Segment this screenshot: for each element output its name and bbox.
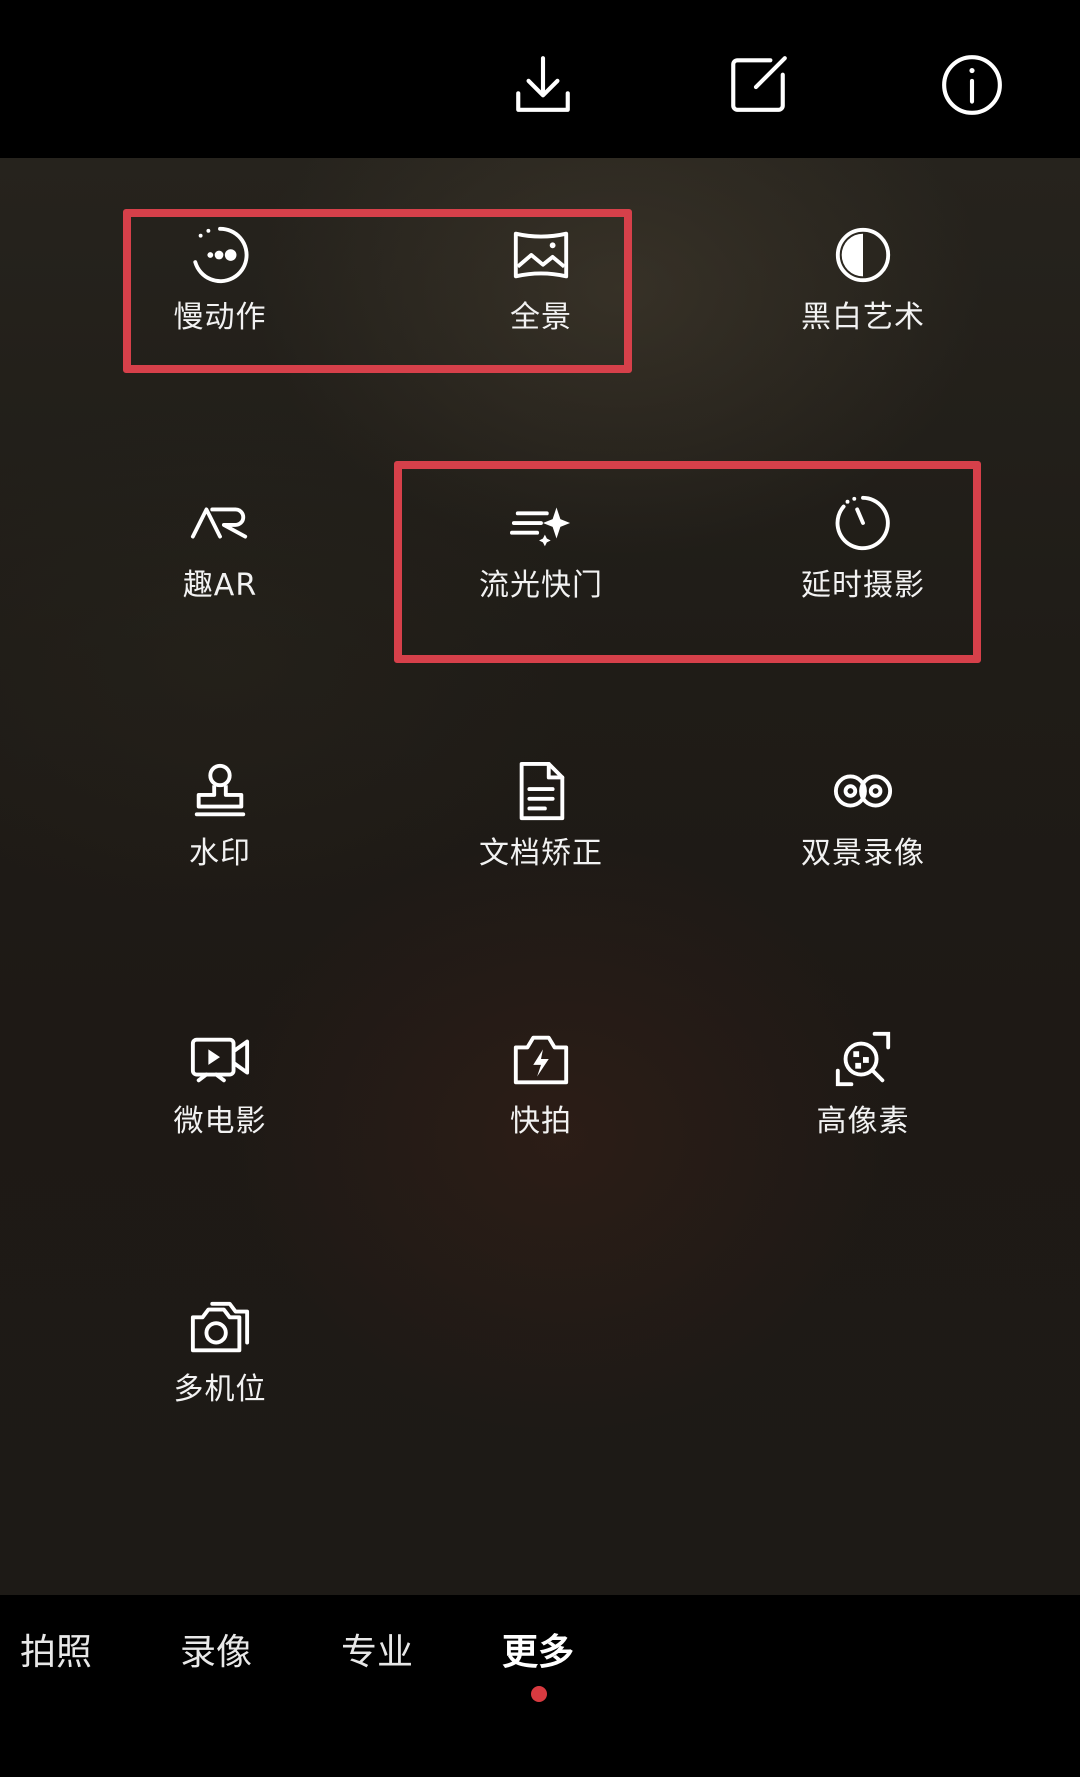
download-icon <box>516 56 570 112</box>
dual-view-icon <box>830 758 896 824</box>
top-toolbar <box>0 0 1080 158</box>
info-button[interactable] <box>932 45 1012 125</box>
highlight-box-row2 <box>394 461 981 663</box>
monochrome-icon <box>830 222 896 288</box>
mode-quick-snap[interactable]: 快拍 <box>431 1026 651 1176</box>
active-tab-indicator <box>531 1686 547 1702</box>
mode-high-res[interactable]: 高像素 <box>753 1026 973 1176</box>
document-icon <box>508 758 574 824</box>
tab-more[interactable]: 更多 <box>502 1631 574 1675</box>
mode-dual-view[interactable]: 双景录像 <box>753 758 973 908</box>
quick-snap-icon <box>508 1026 574 1092</box>
mode-watermark[interactable]: 水印 <box>110 758 330 908</box>
mode-label: 快拍 <box>510 1104 572 1139</box>
camera-more-modes-screen: 慢动作 全景 黑白艺术 趣AR 流光快门 延时摄影 水印 文档矫正 双景录像 微… <box>0 0 1080 1777</box>
mode-ar[interactable]: 趣AR <box>110 490 330 640</box>
info-icon <box>942 55 1002 115</box>
mode-label: 高像素 <box>816 1104 910 1139</box>
mode-label: 水印 <box>189 836 251 871</box>
mode-monochrome[interactable]: 黑白艺术 <box>753 222 973 372</box>
tab-photo[interactable]: 拍照 <box>20 1631 92 1675</box>
edit-button[interactable] <box>718 45 798 125</box>
mode-label: 文档矫正 <box>479 836 603 871</box>
ar-icon <box>187 490 253 556</box>
tab-video[interactable]: 录像 <box>180 1631 252 1675</box>
tab-pro[interactable]: 专业 <box>341 1631 413 1675</box>
mode-label: 黑白艺术 <box>801 300 925 335</box>
mode-label: 趣AR <box>182 568 258 603</box>
download-button[interactable] <box>503 45 583 125</box>
highlight-box-row1 <box>123 209 632 373</box>
multi-camera-icon <box>187 1294 253 1360</box>
high-res-icon <box>830 1026 896 1092</box>
micro-movie-icon <box>187 1026 253 1092</box>
watermark-icon <box>187 758 253 824</box>
mode-label: 微电影 <box>173 1104 267 1139</box>
mode-label: 多机位 <box>173 1372 267 1407</box>
mode-document[interactable]: 文档矫正 <box>431 758 651 908</box>
mode-micro-movie[interactable]: 微电影 <box>110 1026 330 1176</box>
mode-label: 双景录像 <box>801 836 925 871</box>
mode-multi-camera[interactable]: 多机位 <box>110 1294 330 1444</box>
edit-icon <box>731 56 787 112</box>
